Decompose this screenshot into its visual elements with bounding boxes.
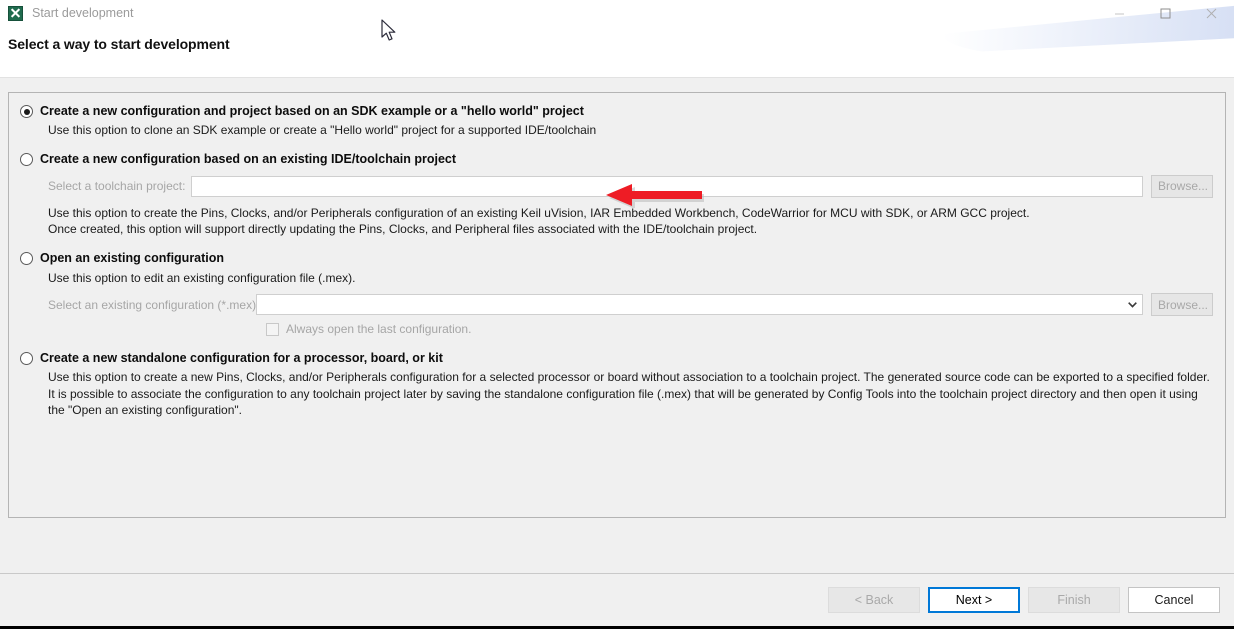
option-open-existing-description: Use this option to edit an existing conf…: [48, 270, 356, 285]
cancel-button[interactable]: Cancel: [1128, 587, 1220, 613]
option-sdk-example[interactable]: Create a new configuration and project b…: [20, 103, 1213, 139]
option-standalone[interactable]: Create a new standalone configuration fo…: [20, 350, 1213, 419]
toolchain-project-row: Select a toolchain project: Browse...: [48, 174, 1213, 198]
x-logo-icon: [8, 5, 23, 21]
existing-configuration-browse-button[interactable]: Browse...: [1151, 293, 1213, 316]
option-open-existing-label: Open an existing configuration: [40, 250, 225, 265]
window-header: Start development Select a way to start …: [0, 0, 1234, 78]
finish-button[interactable]: Finish: [1028, 587, 1120, 613]
option-standalone-label: Create a new standalone configuration fo…: [40, 351, 443, 365]
start-development-window: Start development Select a way to start …: [0, 0, 1234, 629]
existing-configuration-row: Select an existing configuration (*.mex)…: [48, 293, 1213, 316]
maximize-icon[interactable]: [1142, 0, 1188, 26]
option-sdk-example-header[interactable]: Create a new configuration and project b…: [20, 103, 1213, 119]
option-standalone-header[interactable]: Create a new standalone configuration fo…: [20, 350, 1213, 366]
option-open-existing[interactable]: Open an existing configuration Use this …: [20, 250, 1213, 336]
always-open-last-row[interactable]: Always open the last configuration.: [266, 322, 1213, 336]
always-open-last-label: Always open the last configuration.: [286, 322, 472, 336]
option-existing-toolchain-description-1: Use this option to create the Pins, Cloc…: [48, 205, 1030, 220]
option-existing-toolchain-label: Create a new configuration based on an e…: [40, 151, 457, 166]
radio-open-existing[interactable]: [20, 251, 33, 265]
back-button[interactable]: < Back: [828, 587, 920, 613]
window-title: Start development: [32, 6, 134, 20]
next-button[interactable]: Next >: [928, 587, 1020, 613]
option-open-existing-header[interactable]: Open an existing configuration: [20, 250, 1213, 266]
title-bar: Start development: [0, 0, 1234, 26]
option-sdk-example-description: Use this option to clone an SDK example …: [48, 123, 597, 137]
header-decoration-swoosh-mask: [973, 36, 1234, 78]
option-existing-toolchain-description-2: Once created, this option will support d…: [48, 222, 758, 236]
wizard-button-bar: < Back Next > Finish Cancel: [0, 573, 1234, 626]
page-title: Select a way to start development: [8, 36, 230, 52]
radio-existing-toolchain[interactable]: [20, 152, 33, 166]
chevron-down-icon[interactable]: [1123, 295, 1142, 314]
option-standalone-description: Use this option to create a new Pins, Cl…: [48, 370, 1210, 417]
existing-configuration-label: Select an existing configuration (*.mex): [48, 297, 257, 312]
option-sdk-example-label: Create a new configuration and project b…: [40, 104, 584, 118]
existing-configuration-combo[interactable]: [256, 294, 1143, 315]
options-group: Create a new configuration and project b…: [8, 92, 1226, 518]
dialog-body: Create a new configuration and project b…: [0, 78, 1234, 573]
toolchain-browse-button[interactable]: Browse...: [1151, 174, 1213, 198]
always-open-last-checkbox[interactable]: [266, 322, 279, 336]
toolchain-project-label: Select a toolchain project:: [48, 179, 186, 193]
toolchain-project-input[interactable]: [190, 175, 1143, 197]
window-controls: [1096, 0, 1234, 26]
option-existing-toolchain-header[interactable]: Create a new configuration based on an e…: [20, 151, 1213, 167]
close-icon[interactable]: [1188, 0, 1234, 26]
minimize-icon[interactable]: [1096, 0, 1142, 26]
option-existing-toolchain[interactable]: Create a new configuration based on an e…: [20, 151, 1213, 238]
radio-sdk-example[interactable]: [20, 105, 33, 118]
radio-standalone[interactable]: [20, 352, 33, 365]
